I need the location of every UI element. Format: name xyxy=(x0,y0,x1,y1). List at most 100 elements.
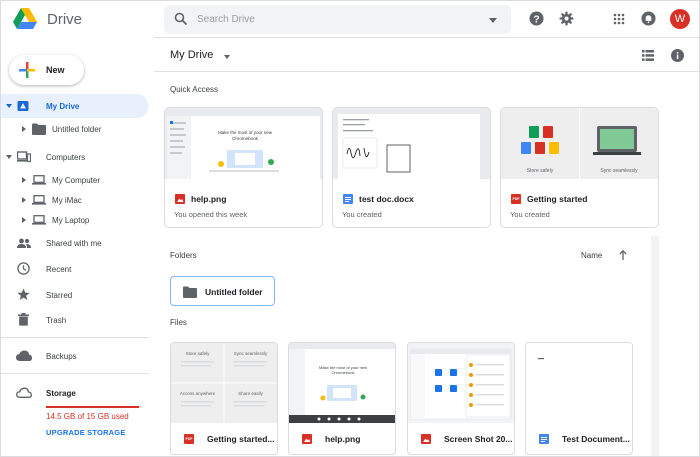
collapse-arrow-icon[interactable] xyxy=(22,197,27,203)
my-drive-icon xyxy=(17,101,29,111)
sidebar-item-label: My Drive xyxy=(46,102,80,111)
sidebar-item-backups[interactable]: Backups xyxy=(1,345,148,367)
list-view-icon[interactable] xyxy=(642,50,654,61)
quick-access-card-test-doc[interactable]: test doc.docx You created xyxy=(332,107,491,228)
docs-file-icon xyxy=(343,194,353,204)
sidebar-item-label: My Laptop xyxy=(52,216,90,225)
shared-people-icon xyxy=(17,238,31,248)
help-icon[interactable]: ? xyxy=(529,11,544,26)
drive-logo-icon[interactable] xyxy=(13,8,37,30)
sort-arrow-up-icon[interactable] xyxy=(619,250,627,260)
info-icon[interactable] xyxy=(671,49,684,62)
apps-grid-icon[interactable] xyxy=(613,13,625,25)
collapse-arrow-icon[interactable] xyxy=(22,177,27,183)
search-options-icon[interactable] xyxy=(489,18,497,23)
svg-text:?: ? xyxy=(533,14,539,25)
search-input[interactable]: Search Drive xyxy=(197,14,255,25)
page-title[interactable]: My Drive xyxy=(170,49,213,61)
file-preview-thumbnail xyxy=(333,108,490,179)
file-name: Getting started... xyxy=(207,434,275,444)
file-card-screen-shot[interactable]: Screen Shot 20... xyxy=(407,342,515,455)
thumbnail-caption: Share easily xyxy=(238,391,263,396)
file-name: Screen Shot 20... xyxy=(444,434,513,444)
file-card-getting-started[interactable]: Store safely Sync seamlessly Access anyw… xyxy=(170,342,278,455)
sidebar-item-trash[interactable]: Trash xyxy=(1,309,148,331)
search-icon[interactable] xyxy=(174,12,188,26)
folder-name: Untitled folder xyxy=(205,287,263,297)
thumbnail-caption: Store safely xyxy=(185,351,210,356)
file-name: help.png xyxy=(325,434,361,444)
sidebar-item-label: Starred xyxy=(46,291,73,300)
sidebar-item-starred[interactable]: Starred xyxy=(1,284,148,306)
sidebar-item-label: Shared with me xyxy=(46,239,102,248)
pdf-badge: PDF xyxy=(512,197,520,201)
sidebar-item-my-computer[interactable]: My Computer xyxy=(1,169,148,191)
file-card-help-png[interactable]: Make the most of your new Chromebook hel… xyxy=(288,342,396,455)
sidebar-item-my-imac[interactable]: My iMac xyxy=(1,189,148,211)
file-preview-thumbnail: Make the most of your new Chromebook xyxy=(289,343,395,423)
thumbnail-caption: Make the most of your new Chromebook xyxy=(217,130,273,141)
sidebar-item-label: Trash xyxy=(46,316,67,325)
folders-heading: Folders xyxy=(170,251,197,260)
sidebar-item-recent[interactable]: Recent xyxy=(1,258,148,280)
image-file-icon xyxy=(421,434,431,444)
collapse-arrow-icon[interactable] xyxy=(22,217,27,223)
main-content: My Drive Quick Access Make the most of y… xyxy=(154,37,699,456)
folder-icon xyxy=(32,123,46,135)
file-name: Test Document... xyxy=(562,434,630,444)
sidebar-item-label: Storage xyxy=(46,389,76,398)
search-bar[interactable]: Search Drive xyxy=(164,5,511,34)
star-icon xyxy=(17,288,30,300)
thumbnail-caption: Sync seamlessly xyxy=(233,351,268,356)
new-button[interactable]: New xyxy=(9,55,84,85)
sidebar-item-storage[interactable]: Storage xyxy=(1,382,148,404)
sidebar-item-label: My Computer xyxy=(52,176,101,185)
file-preview-thumbnail xyxy=(526,343,632,423)
clock-icon xyxy=(17,262,30,275)
sidebar-item-untitled-folder[interactable]: Untitled folder xyxy=(1,118,148,140)
sidebar-item-shared-with-me[interactable]: Shared with me xyxy=(1,232,148,254)
expand-arrow-icon[interactable] xyxy=(6,155,12,160)
sidebar-item-label: Recent xyxy=(46,265,72,274)
storage-used-text: 14.5 GB of 15 GB used xyxy=(46,412,129,421)
collapse-arrow-icon[interactable] xyxy=(22,126,27,132)
quick-access-card-getting-started[interactable]: Store safely Sync seamlessly PDF Getting… xyxy=(500,107,659,228)
quick-access-card-help-png[interactable]: Make the most of your new Chromebook hel… xyxy=(164,107,323,228)
pdf-badge: PDF xyxy=(185,437,193,441)
document-preview xyxy=(333,108,490,179)
screenshot-preview xyxy=(165,108,322,179)
file-activity: You created xyxy=(510,210,550,219)
screenshot-preview xyxy=(289,343,395,423)
file-name: test doc.docx xyxy=(359,194,414,204)
chevron-down-icon[interactable] xyxy=(224,55,230,59)
thumbnail-caption: Make the most of your new Chromebook xyxy=(318,365,368,375)
drive-window: Drive Search Drive ? W New My Drive Unti… xyxy=(0,0,700,457)
folder-icon xyxy=(183,286,197,298)
settings-gear-icon[interactable] xyxy=(559,11,574,26)
pdf-file-icon: PDF xyxy=(184,434,194,444)
account-avatar[interactable]: W xyxy=(670,9,690,29)
sidebar-item-computers[interactable]: Computers xyxy=(1,146,148,168)
app-brand[interactable]: Drive xyxy=(47,11,82,28)
file-preview-thumbnail: Store safely Sync seamlessly Access anyw… xyxy=(171,343,277,423)
folder-untitled[interactable]: Untitled folder xyxy=(170,276,275,306)
thumbnail-caption: Sync seamlessly xyxy=(600,168,638,174)
storage-progress-fill xyxy=(46,406,139,408)
sidebar: New My Drive Untitled folder Computers M… xyxy=(1,37,153,456)
sidebar-item-my-laptop[interactable]: My Laptop xyxy=(1,209,148,231)
sort-by-name-button[interactable]: Name xyxy=(581,251,602,260)
notifications-bell-icon[interactable] xyxy=(641,11,656,26)
sidebar-divider xyxy=(1,373,149,374)
upgrade-storage-link[interactable]: UPGRADE STORAGE xyxy=(46,428,126,437)
plus-icon xyxy=(19,62,35,78)
file-preview-thumbnail: Store safely Sync seamlessly xyxy=(501,108,658,179)
laptop-icon xyxy=(32,175,46,185)
sidebar-item-label: My iMac xyxy=(52,196,82,205)
sidebar-divider xyxy=(1,337,149,338)
scrollbar[interactable] xyxy=(651,236,659,456)
expand-arrow-icon[interactable] xyxy=(6,104,12,109)
document-preview xyxy=(526,343,632,423)
file-card-test-document[interactable]: Test Document... xyxy=(525,342,633,455)
sidebar-item-my-drive[interactable]: My Drive xyxy=(1,94,148,118)
cloud-backup-icon xyxy=(16,350,32,361)
